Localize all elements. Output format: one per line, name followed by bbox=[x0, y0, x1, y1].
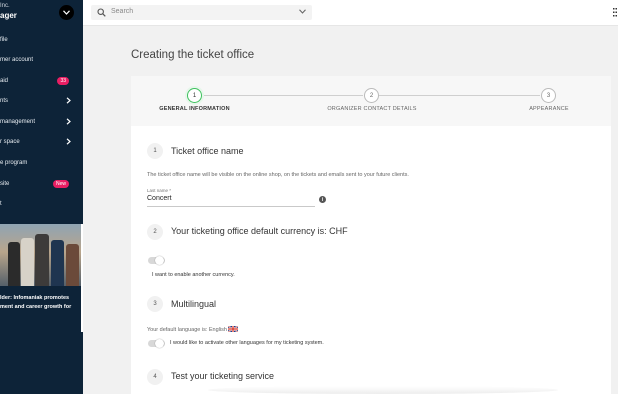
chevron-down-icon[interactable] bbox=[299, 9, 306, 14]
sidebar-item-label: site bbox=[0, 181, 10, 187]
step-2-circle[interactable]: 2 bbox=[364, 88, 379, 103]
sidebar: Inc. ager file mer account aid 33 nts man… bbox=[0, 0, 83, 394]
sidebar-item-site[interactable]: site New bbox=[0, 177, 83, 191]
sidebar-item-user-space[interactable]: r space bbox=[0, 135, 83, 149]
languages-toggle[interactable] bbox=[148, 339, 165, 348]
sidebar-item-label: file bbox=[0, 37, 8, 43]
sidebar-item-label: e program bbox=[0, 160, 28, 166]
form-card: 1 GENERAL INFORMATION 2 ORGANIZER CONTAC… bbox=[131, 76, 611, 394]
sidebar-item-management[interactable]: management bbox=[0, 115, 83, 129]
sidebar-item-label: t bbox=[0, 201, 2, 207]
chevron-right-icon bbox=[66, 138, 71, 145]
sidebar-item-t[interactable]: t bbox=[0, 197, 83, 211]
sidebar-item-label: management bbox=[0, 119, 36, 125]
section-number: 3 bbox=[147, 296, 163, 312]
section-title-multilingual: Multilingual bbox=[171, 299, 217, 309]
user-role: ager bbox=[0, 11, 17, 20]
currency-toggle-label[interactable]: I want to enable another currency. bbox=[152, 272, 235, 278]
sidebar-item-label: mer account bbox=[0, 57, 34, 63]
default-language-value: English bbox=[208, 327, 227, 333]
organization-name: Inc. bbox=[0, 3, 10, 9]
chevron-down-icon bbox=[63, 10, 70, 15]
default-language-text: Your default language is: English bbox=[147, 325, 239, 333]
languages-toggle-label[interactable]: I would like to activate other languages… bbox=[170, 340, 324, 346]
toggle-knob bbox=[155, 256, 164, 265]
search-icon bbox=[97, 8, 106, 17]
promo-text[interactable]: lder: Infomaniak promotes ment and caree… bbox=[0, 294, 81, 312]
currency-toggle[interactable] bbox=[148, 256, 165, 265]
section-title-ticket-office-name: Ticket office name bbox=[171, 146, 244, 156]
account-menu-button[interactable] bbox=[59, 5, 74, 20]
sidebar-item-events[interactable]: nts bbox=[0, 94, 83, 108]
step-1-circle[interactable]: 1 bbox=[187, 88, 202, 103]
step-1-label[interactable]: GENERAL INFORMATION bbox=[146, 106, 243, 112]
step-3-label[interactable]: APPEARANCE bbox=[514, 106, 584, 112]
sidebar-item-program[interactable]: e program bbox=[0, 156, 83, 170]
section-title-currency: Your ticketing office default currency i… bbox=[171, 226, 348, 236]
section-number: 4 bbox=[147, 369, 163, 385]
uk-flag-icon bbox=[228, 325, 239, 333]
ticket-office-name-help: The ticket office name will be visible o… bbox=[147, 172, 409, 178]
sidebar-item-profile[interactable]: file bbox=[0, 33, 83, 47]
step-connector bbox=[202, 95, 363, 96]
info-icon[interactable]: i bbox=[319, 196, 326, 203]
sidebar-item-label: r space bbox=[0, 139, 20, 145]
page-title: Creating the ticket office bbox=[131, 49, 255, 61]
top-bar: Search bbox=[83, 0, 618, 26]
sidebar-item-label: aid bbox=[0, 78, 9, 84]
new-badge: New bbox=[52, 180, 69, 188]
sidebar-item-customer-account[interactable]: mer account bbox=[0, 53, 83, 67]
divider bbox=[81, 224, 83, 332]
promo-image[interactable] bbox=[0, 224, 81, 286]
section-number: 1 bbox=[147, 143, 163, 159]
search-placeholder: Search bbox=[111, 8, 134, 15]
section-title-test: Test your ticketing service bbox=[171, 371, 275, 381]
chevron-right-icon bbox=[66, 118, 71, 125]
chevron-right-icon bbox=[66, 97, 71, 104]
step-2-label[interactable]: ORGANIZER CONTACT DETAILS bbox=[311, 106, 433, 112]
count-badge: 33 bbox=[57, 77, 69, 85]
step-connector bbox=[379, 95, 540, 96]
sidebar-item-label: nts bbox=[0, 98, 9, 104]
input-underline bbox=[147, 206, 315, 207]
toggle-knob bbox=[155, 339, 164, 348]
section-number: 2 bbox=[147, 224, 163, 240]
apps-grid-icon[interactable] bbox=[613, 8, 617, 17]
search-input[interactable]: Search bbox=[91, 5, 312, 20]
scroll-shadow bbox=[208, 386, 558, 394]
stepper: 1 GENERAL INFORMATION 2 ORGANIZER CONTAC… bbox=[131, 76, 611, 126]
step-3-circle[interactable]: 3 bbox=[541, 88, 556, 103]
ticket-office-name-input[interactable]: Concert bbox=[147, 195, 172, 202]
name-field-label: Last name * bbox=[147, 188, 172, 193]
sidebar-item-paid[interactable]: aid 33 bbox=[0, 74, 83, 88]
